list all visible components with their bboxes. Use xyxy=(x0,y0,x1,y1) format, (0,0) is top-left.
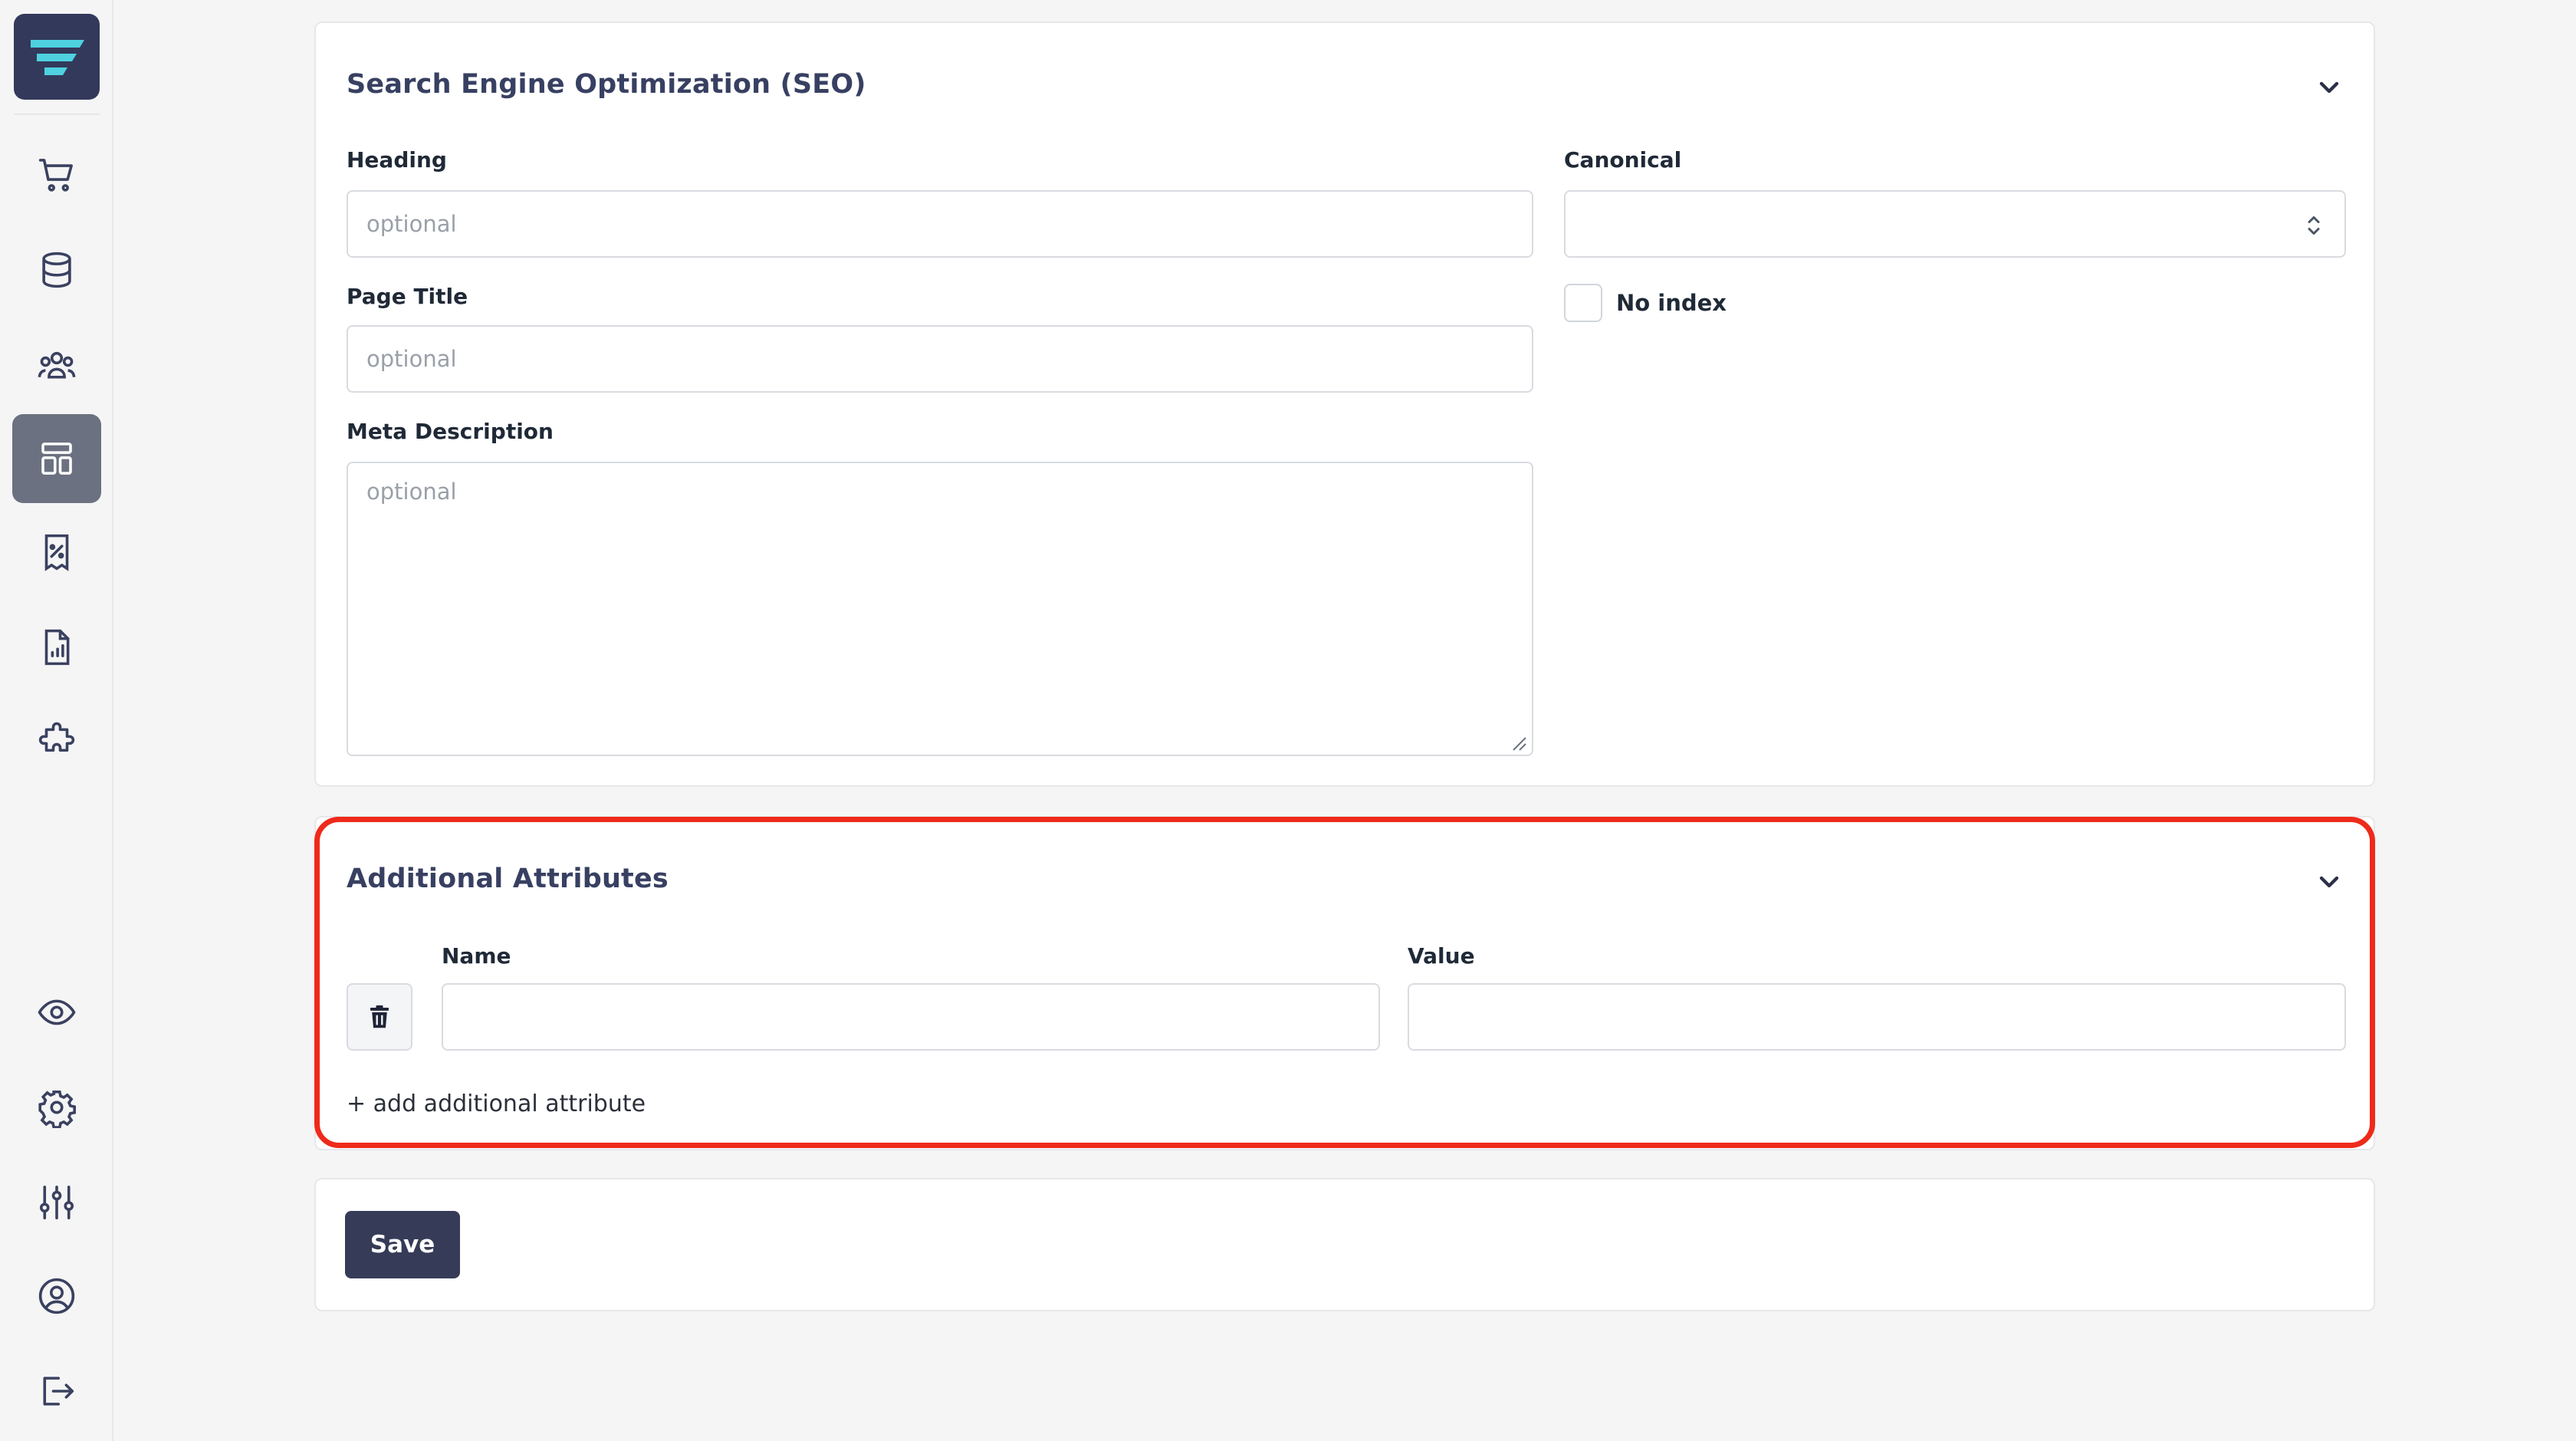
heading-input[interactable] xyxy=(347,190,1533,258)
chevron-down-icon[interactable] xyxy=(2314,72,2344,103)
noindex-label: No index xyxy=(1616,290,1727,316)
receipt-percent-icon xyxy=(44,534,69,571)
sidebar-item-reports[interactable] xyxy=(12,603,101,692)
delete-attribute-button[interactable] xyxy=(347,983,412,1051)
page-title-input[interactable] xyxy=(347,325,1533,393)
sidebar-item-discounts[interactable] xyxy=(12,508,101,597)
attribute-value-input[interactable] xyxy=(1408,983,2346,1051)
sidebar-item-preview[interactable] xyxy=(12,968,101,1057)
logo-icon xyxy=(31,40,84,75)
sidebar-item-users[interactable] xyxy=(12,321,101,410)
user-circle-icon xyxy=(38,1278,75,1314)
page-title-label: Page Title xyxy=(347,284,468,309)
noindex-checkbox[interactable] xyxy=(1564,284,1602,322)
layout-icon xyxy=(41,442,72,475)
seo-title: Search Engine Optimization (SEO) xyxy=(347,69,866,100)
attribute-name-label: Name xyxy=(442,943,511,969)
canonical-select[interactable] xyxy=(1564,190,2346,258)
app-logo[interactable] xyxy=(14,14,100,100)
sliders-icon xyxy=(39,1185,74,1220)
attributes-title: Additional Attributes xyxy=(347,864,669,894)
sidebar-item-orders[interactable] xyxy=(12,130,101,219)
attribute-value-label: Value xyxy=(1408,943,1475,969)
users-icon xyxy=(38,351,76,379)
chevron-down-icon[interactable] xyxy=(2314,867,2344,897)
sidebar-divider xyxy=(14,114,100,115)
save-card xyxy=(314,1178,2375,1311)
save-button[interactable]: Save xyxy=(345,1211,460,1278)
attribute-name-input[interactable] xyxy=(442,983,1380,1051)
additional-attributes-card: Additional Attributes Name Value + add a… xyxy=(314,816,2375,1150)
sidebar-item-database[interactable] xyxy=(12,225,101,314)
sidebar xyxy=(0,0,113,1441)
sidebar-item-logout[interactable] xyxy=(12,1347,101,1436)
sidebar-item-layout[interactable] xyxy=(12,414,101,503)
puzzle-icon xyxy=(38,722,75,752)
meta-description-textarea[interactable] xyxy=(347,462,1533,756)
chevron-up-down-icon xyxy=(2308,216,2320,235)
app-root: Search Engine Optimization (SEO) Heading… xyxy=(0,0,2576,1441)
eye-icon xyxy=(38,999,76,1025)
canonical-label: Canonical xyxy=(1564,147,1682,173)
gear-icon xyxy=(38,1090,76,1128)
sidebar-item-adjustments[interactable] xyxy=(12,1158,101,1247)
seo-card: Search Engine Optimization (SEO) Heading… xyxy=(314,21,2375,787)
meta-description-label: Meta Description xyxy=(347,419,554,444)
add-attribute-link[interactable]: + add additional attribute xyxy=(347,1091,646,1117)
sidebar-item-settings[interactable] xyxy=(12,1063,101,1152)
logout-icon xyxy=(43,1377,74,1406)
cart-icon xyxy=(38,159,73,192)
trash-icon xyxy=(370,1005,389,1028)
database-icon xyxy=(42,252,71,288)
heading-label: Heading xyxy=(347,147,447,173)
resize-handle-icon[interactable] xyxy=(1507,732,1527,752)
sidebar-item-account[interactable] xyxy=(12,1252,101,1341)
sidebar-item-plugins[interactable] xyxy=(12,696,101,785)
document-chart-icon xyxy=(44,629,70,666)
